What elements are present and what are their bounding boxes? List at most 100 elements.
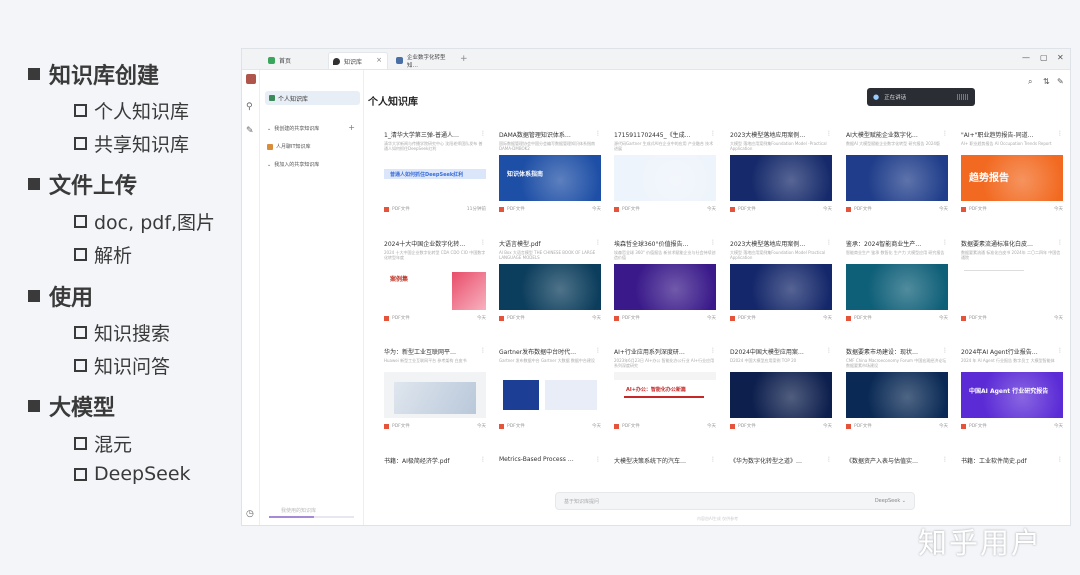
- file-card[interactable]: Metrics-Based Process … ⋮: [499, 456, 601, 525]
- more-options-icon[interactable]: ⋮: [595, 239, 601, 246]
- more-options-icon[interactable]: ⋮: [710, 347, 716, 354]
- card-footer: PDF文件 今天: [730, 423, 832, 429]
- tab-home[interactable]: 首页: [264, 52, 326, 69]
- pdf-icon: [846, 206, 851, 212]
- card-description: Gartner 发布数据中台 Gartner 大数据 数据中台建设: [499, 358, 595, 363]
- chevron-down-icon: ⌄: [267, 125, 272, 132]
- file-card[interactable]: 鉴承：2024智能商业生产… ⋮ 智能商业生产 鉴承 数智化 生产力 大模型应用 研…: [846, 239, 948, 334]
- file-card[interactable]: D2024中国大模型应用案… ⋮ D2024 中国大模型应用案例 TOP 20 PDF…: [730, 347, 832, 442]
- more-options-icon[interactable]: ⋮: [942, 347, 948, 354]
- hollow-square-bullet-icon: [74, 215, 87, 228]
- file-card[interactable]: 2024年AI Agent行业报告… ⋮ 2024 年 AI Agent 行业报告 …: [961, 347, 1063, 442]
- more-options-icon[interactable]: ⋮: [1057, 347, 1063, 354]
- outline-text: 大模型: [49, 396, 116, 421]
- more-options-icon[interactable]: ⋮: [480, 239, 486, 246]
- sidebar-item-label: 人月聊IT知识库: [276, 144, 311, 150]
- card-footer: PDF文件 今天: [384, 423, 486, 429]
- more-options-icon[interactable]: ⋮: [710, 239, 716, 246]
- more-options-icon[interactable]: ⋮: [480, 130, 486, 137]
- card-thumbnail: 趋势报告: [961, 155, 1063, 201]
- edit-icon[interactable]: ✎: [1057, 77, 1064, 86]
- card-description: 大模型 落地应用案例集Foundation Model -Practical A…: [730, 141, 827, 151]
- file-date: 今天: [1054, 316, 1063, 321]
- file-card[interactable]: 《数据资产入表与估值实… ⋮: [846, 456, 948, 525]
- file-card[interactable]: 2023大模型落地应用案例… ⋮ 大模型 落地应用案例集Foundation Mod…: [730, 239, 832, 334]
- file-card[interactable]: 数据要素市场建设：现状… ⋮ CMF China Macroeconomy Foru…: [846, 347, 948, 442]
- close-icon[interactable]: ×: [376, 56, 382, 64]
- file-card[interactable]: AI大模型赋能企业数字化… ⋮ 数据AI 大模型赋能企业数字化转型 研究报告 202…: [846, 130, 948, 225]
- sidebar-footer: 我使用的知识库: [281, 508, 317, 514]
- new-tab-button[interactable]: +: [460, 54, 468, 64]
- search-icon[interactable]: ⌕: [1028, 77, 1032, 87]
- file-date: 今天: [1054, 424, 1063, 429]
- hollow-square-bullet-icon: [74, 437, 87, 450]
- avatar[interactable]: [246, 74, 256, 84]
- file-date: 今天: [592, 316, 601, 321]
- card-description: 2024 年 AI Agent 行业报告 数字员工 大模型智能体: [961, 358, 1055, 363]
- card-thumbnail: 案例集: [384, 264, 486, 310]
- sidebar-item-personal[interactable]: 个人知识库: [265, 91, 360, 105]
- maximize-button[interactable]: ▢: [1040, 53, 1048, 62]
- more-options-icon[interactable]: ⋮: [826, 239, 832, 246]
- more-options-icon[interactable]: ⋮: [595, 347, 601, 354]
- file-card[interactable]: 1_清华大学第三弹-普通人… ⋮ 清华大学新闻与传播学院研究中心 沈阳老师团队发布 …: [384, 130, 486, 225]
- file-card[interactable]: Gartner发布数据中台时代… ⋮ Gartner 发布数据中台 Gartner …: [499, 347, 601, 442]
- card-description: Huawei 新型工业互联网平台 参考架构 白皮书: [384, 358, 467, 363]
- more-options-icon[interactable]: ⋮: [1057, 130, 1063, 137]
- card-title: 2023大模型落地应用案例…: [730, 132, 806, 139]
- file-card[interactable]: 2024十大中国企业数字化转… ⋮ 2024 十大中国企业数字化转型 CDA CDO…: [384, 239, 486, 334]
- more-options-icon[interactable]: ⋮: [942, 239, 948, 246]
- more-options-icon[interactable]: ⋮: [1057, 456, 1063, 463]
- file-card[interactable]: 大语言模型.pdf ⋮ AI Box 大语言模型 THE CHINESE BOOK …: [499, 239, 601, 334]
- more-options-icon[interactable]: ⋮: [480, 347, 486, 354]
- history-icon[interactable]: ◷: [246, 510, 254, 519]
- pdf-icon: [384, 315, 389, 321]
- tab-document[interactable]: 企业数字化转型知…: [392, 52, 456, 69]
- file-card[interactable]: 《华为数字化转型之道》… ⋮: [730, 456, 832, 525]
- more-options-icon[interactable]: ⋮: [595, 456, 601, 463]
- file-card[interactable]: "AI+"职业趋势报告-同道… ⋮ AI+ 职业趋势报告 AI Occupation…: [961, 130, 1063, 225]
- file-type: PDF文件: [854, 207, 872, 212]
- more-options-icon[interactable]: ⋮: [595, 130, 601, 137]
- file-card[interactable]: 埃森哲全球360°价值报告… ⋮ 埃森哲全球 360° 价值报告 新技术赋能企业与社…: [614, 239, 716, 334]
- more-options-icon[interactable]: ⋮: [710, 130, 716, 137]
- more-options-icon[interactable]: ⋮: [826, 347, 832, 354]
- more-options-icon[interactable]: ⋮: [710, 456, 716, 463]
- sort-icon[interactable]: ⇅: [1043, 77, 1050, 86]
- avatar-icon: [267, 143, 273, 150]
- more-options-icon[interactable]: ⋮: [826, 130, 832, 137]
- file-card[interactable]: DAMA数据管理知识体系… ⋮ 国际数据管理协会中国分会编写数据管理知识体系指南DA…: [499, 130, 601, 225]
- outline-text: 共享知识库: [94, 134, 190, 156]
- hollow-square-bullet-icon: [74, 104, 87, 117]
- sidebar-item-created-shared[interactable]: ⌄ 我创建的共享知识库: [267, 125, 319, 133]
- card-footer: PDF文件 今天: [614, 423, 716, 429]
- card-thumbnail: [730, 372, 832, 418]
- close-window-button[interactable]: ✕: [1057, 53, 1064, 62]
- more-options-icon[interactable]: ⋮: [480, 456, 486, 463]
- edit-icon[interactable]: ✎: [246, 127, 254, 136]
- file-card[interactable]: 数据要素流通标准化白皮… ⋮ 数据要素流通 标准化白皮书 2024年 二〇二四年 中…: [961, 239, 1063, 334]
- voice-input-bar[interactable]: ● 正在讲话: [867, 88, 975, 106]
- add-knowledge-base-button[interactable]: +: [348, 123, 355, 132]
- card-footer: PDF文件 今天: [614, 315, 716, 321]
- sidebar-item-renyue[interactable]: 人月聊IT知识库: [267, 143, 311, 150]
- minimize-button[interactable]: —: [1022, 53, 1030, 62]
- file-type: PDF文件: [969, 316, 987, 321]
- file-card[interactable]: 2023大模型落地应用案例… ⋮ 大模型 落地应用案例集Foundation Mod…: [730, 130, 832, 225]
- file-date: 今天: [477, 424, 486, 429]
- file-card[interactable]: 书籍：工业软件简史.pdf ⋮: [961, 456, 1063, 525]
- file-card[interactable]: 1715911702445_《生成… ⋮ 源代码Gartner 生成式AI在企业中的…: [614, 130, 716, 225]
- file-card[interactable]: 华为：新型工业互联网平… ⋮ Huawei 新型工业互联网平台 参考架构 白皮书 PD…: [384, 347, 486, 442]
- sidebar-item-joined-shared[interactable]: ⌄ 我加入的共享知识库: [267, 161, 319, 169]
- tab-knowledge-base[interactable]: 知识库 ×: [328, 52, 388, 69]
- file-card[interactable]: AI+行业应用系列深度研… ⋮ 2023年6月23日 AI+办公 智能化办公行业 A…: [614, 347, 716, 442]
- more-options-icon[interactable]: ⋮: [1057, 239, 1063, 246]
- file-card[interactable]: 大模型决策系统下的汽车… ⋮: [614, 456, 716, 525]
- file-card[interactable]: 书籍：AI极简经济学.pdf ⋮: [384, 456, 486, 525]
- outline-text: doc, pdf,图片: [94, 212, 216, 234]
- location-pin-icon[interactable]: ⚲: [246, 103, 253, 112]
- more-options-icon[interactable]: ⋮: [942, 456, 948, 463]
- file-date: 今天: [592, 424, 601, 429]
- more-options-icon[interactable]: ⋮: [942, 130, 948, 137]
- more-options-icon[interactable]: ⋮: [826, 456, 832, 463]
